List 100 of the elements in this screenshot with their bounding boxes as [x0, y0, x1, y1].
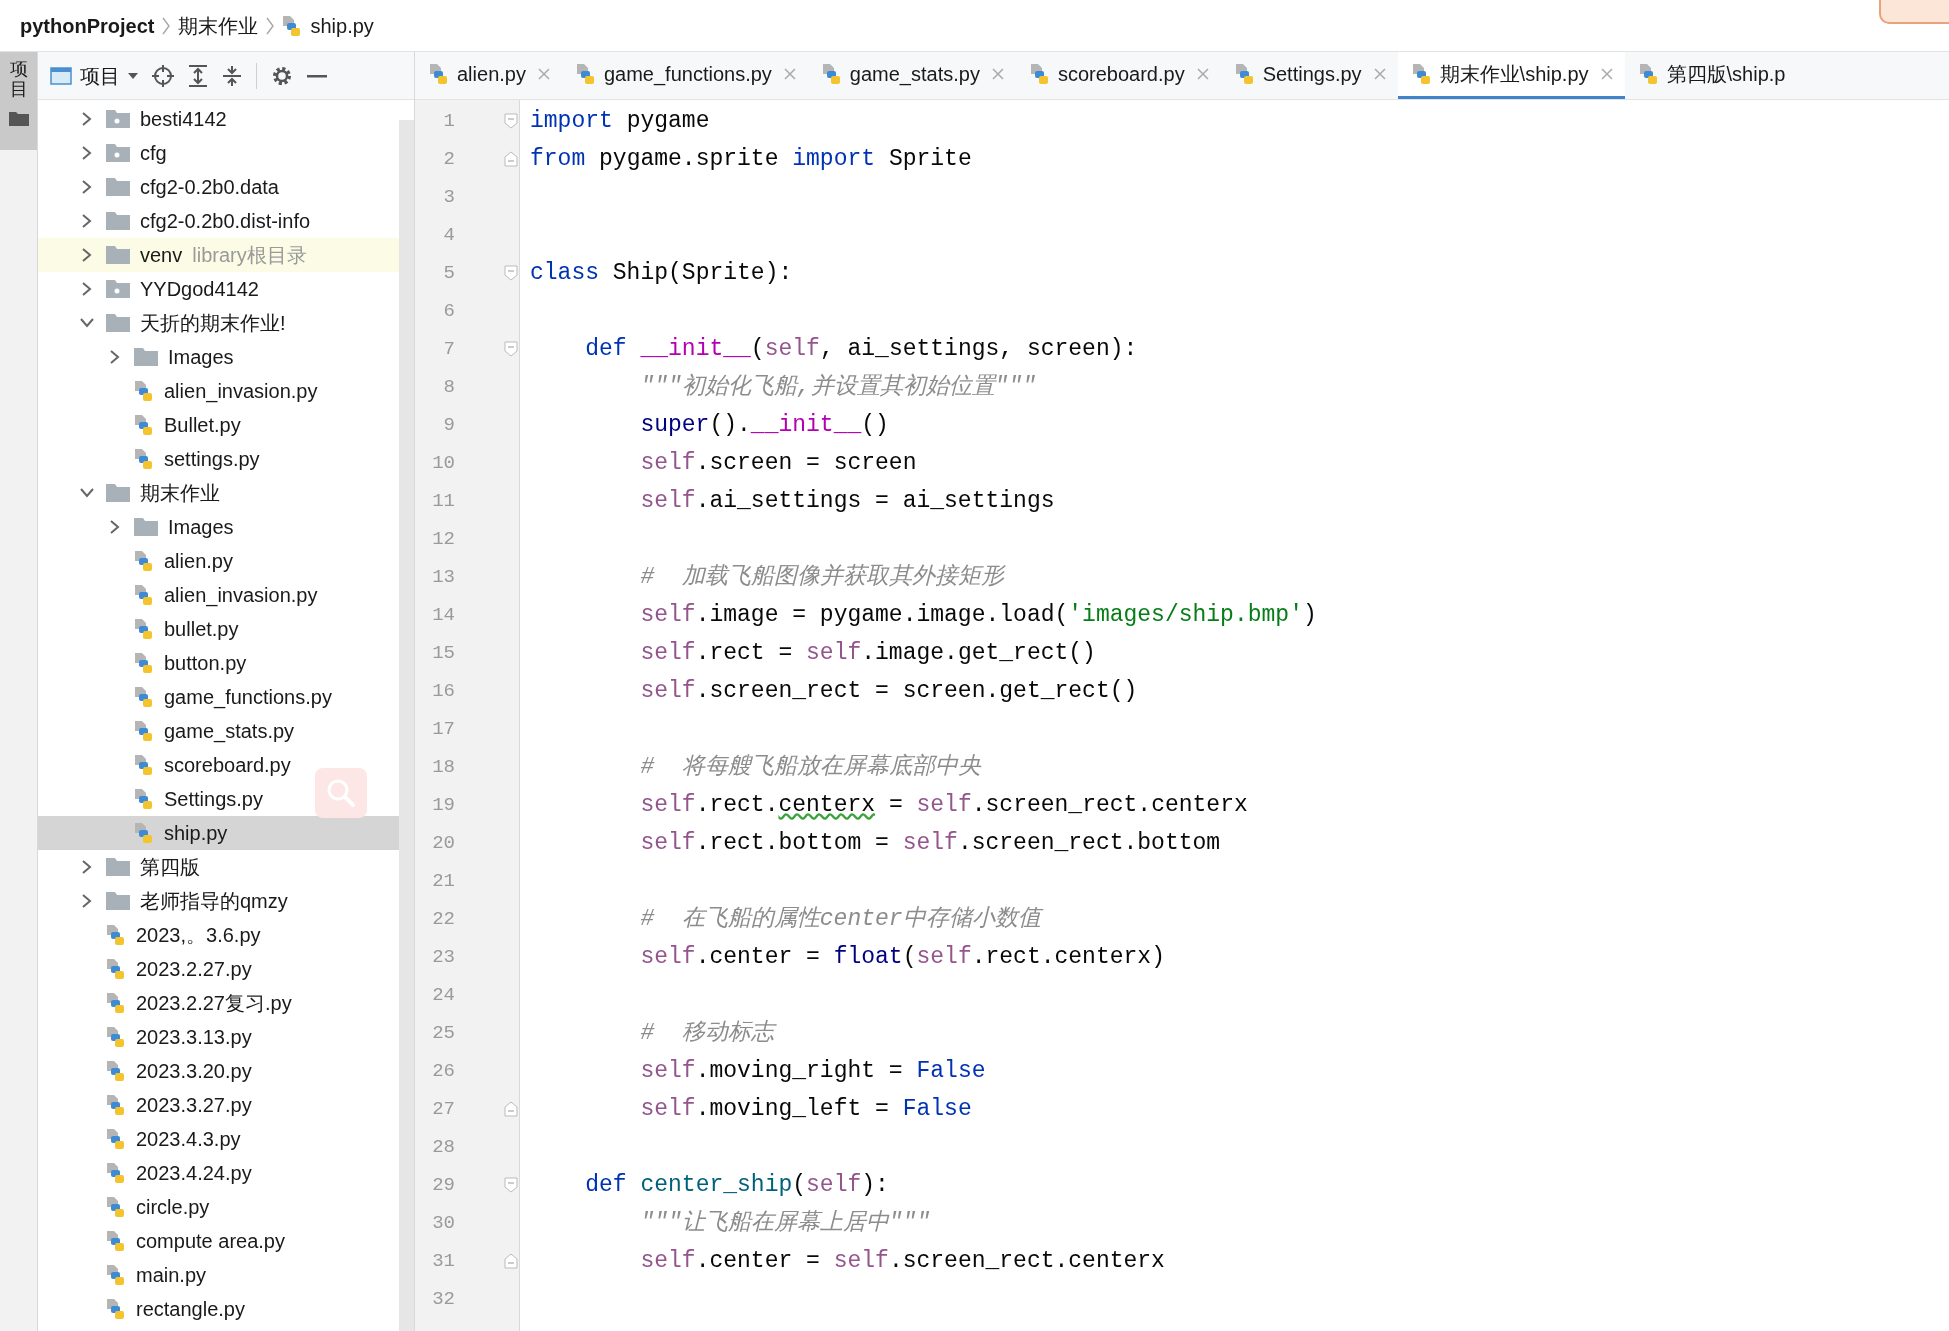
folder-crumb[interactable]: 期末作业: [178, 10, 259, 41]
item-label: compute area.py: [136, 1229, 285, 1254]
chevron-icon: [266, 16, 275, 35]
tree-item[interactable]: bullet.py: [38, 612, 399, 646]
tree-item[interactable]: 2023,。3.6.py: [38, 918, 399, 952]
chevron-down-icon[interactable]: [80, 488, 94, 498]
tree-item[interactable]: compute area.py: [38, 1224, 399, 1258]
item-label: YYDgod4142: [140, 277, 259, 302]
tree-item[interactable]: venv library根目录: [38, 238, 399, 272]
tree-item[interactable]: ship.py: [38, 816, 399, 850]
chevron-right-icon[interactable]: [110, 520, 120, 534]
tree-item[interactable]: besti4142: [38, 102, 399, 136]
settings-icon[interactable]: [271, 64, 293, 87]
tree-item[interactable]: alien.py: [38, 544, 399, 578]
caret-icon: [128, 71, 138, 80]
tree-item[interactable]: game_functions.py: [38, 680, 399, 714]
tree-item[interactable]: alien_invasion.py: [38, 374, 399, 408]
chevron-right-icon[interactable]: [82, 860, 92, 874]
tree-item[interactable]: button.py: [38, 646, 399, 680]
crosshair-icon[interactable]: [152, 64, 174, 87]
tree-item[interactable]: 天折的期末作业!: [38, 306, 399, 340]
python-file-icon: [134, 550, 154, 572]
tree-item[interactable]: cfg: [38, 136, 399, 170]
tree-item[interactable]: Bullet.py: [38, 408, 399, 442]
tree-item[interactable]: settings.py: [38, 442, 399, 476]
editor-tab[interactable]: game_stats.py: [807, 52, 1016, 99]
chevron-right-icon[interactable]: [82, 894, 92, 908]
tree-item[interactable]: cfg2-0.2b0.dist-info: [38, 204, 399, 238]
line-number: 13: [431, 564, 455, 590]
editor-tab[interactable]: 第四版\ship.p: [1624, 52, 1798, 99]
item-label: 老师指导的qmzy: [140, 889, 288, 914]
folder-icon[interactable]: [8, 109, 29, 126]
editor-tab[interactable]: scoreboard.py: [1015, 52, 1221, 99]
editor-tab[interactable]: game_functions.py: [561, 52, 808, 99]
python-file-icon: [106, 1298, 126, 1320]
item-label: rectangle.py: [136, 1297, 245, 1322]
code-line: self.moving_right = False: [640, 1056, 986, 1086]
item-label: scoreboard.py: [164, 753, 291, 778]
tree-item[interactable]: 第四版: [38, 850, 399, 884]
tree-item[interactable]: Images: [38, 510, 399, 544]
folder-icon: [106, 246, 130, 264]
item-label: ship.py: [164, 821, 228, 846]
python-file-icon: [1029, 63, 1050, 85]
project-view-dropdown[interactable]: 项目: [50, 60, 138, 91]
tree-item[interactable]: 2023.3.20.py: [38, 1054, 399, 1088]
project-crumb[interactable]: pythonProject: [20, 10, 155, 41]
tree-item[interactable]: alien_invasion.py: [38, 578, 399, 612]
item-label: 2023.2.27.py: [136, 957, 252, 982]
tree-item[interactable]: 2023.3.27.py: [38, 1088, 399, 1122]
code-line: self.moving_left = False: [640, 1094, 972, 1124]
line-number: 9: [442, 412, 455, 438]
chevron-right-icon[interactable]: [82, 282, 92, 296]
chevron-down-icon[interactable]: [80, 318, 94, 328]
line-number: 32: [431, 1286, 455, 1312]
tree-item[interactable]: 2023.2.27.py: [38, 952, 399, 986]
tree-item[interactable]: 2023.4.24.py: [38, 1156, 399, 1190]
code-line: self.rect.bottom = self.screen_rect.bottom: [640, 828, 1221, 858]
tree-item[interactable]: 2023.4.3.py: [38, 1122, 399, 1156]
chevron-right-icon[interactable]: [82, 214, 92, 228]
item-label: Images: [168, 345, 234, 370]
item-label: game_stats.py: [164, 719, 295, 745]
tree-item[interactable]: cfg2-0.2b0.data: [38, 170, 399, 204]
tree-item[interactable]: 期末作业: [38, 476, 399, 510]
expand-all-icon[interactable]: [188, 64, 208, 87]
tree-item[interactable]: 2023.2.27复习.py: [38, 986, 399, 1020]
chevron-right-icon[interactable]: [82, 180, 92, 194]
item-label: alien_invasion.py: [164, 583, 318, 609]
line-number: 23: [431, 944, 455, 970]
chevron-right-icon[interactable]: [82, 112, 92, 126]
collapse-all-icon[interactable]: [222, 64, 242, 87]
tree-item[interactable]: 2023.3.13.py: [38, 1020, 399, 1054]
editor-tab[interactable]: alien.py: [415, 52, 562, 99]
tree-item[interactable]: game_stats.py: [38, 714, 399, 748]
tree-item[interactable]: YYDgod4142: [38, 272, 399, 306]
python-file-icon: [106, 1094, 126, 1116]
tree-item[interactable]: Settings.py: [38, 782, 399, 816]
tree-item[interactable]: Images: [38, 340, 399, 374]
item-label: besti4142: [140, 107, 227, 132]
folder-icon: [106, 110, 130, 128]
tree-item[interactable]: main.py: [38, 1258, 399, 1292]
folder-icon: [106, 212, 130, 230]
editor-tab[interactable]: Settings.py: [1220, 52, 1398, 99]
tree-item[interactable]: circle.py: [38, 1190, 399, 1224]
editor-tab[interactable]: 期末作业\ship.py: [1397, 52, 1625, 99]
tree-item[interactable]: 老师指导的qmzy: [38, 884, 399, 918]
scrollbar[interactable]: [399, 120, 414, 1331]
minimize-icon[interactable]: [307, 73, 327, 78]
line-number: 8: [442, 374, 455, 400]
code-line: self.image = pygame.image.load('images/ship.bmp'): [640, 600, 1317, 630]
file-crumb[interactable]: ship.py: [310, 10, 374, 41]
tree-item[interactable]: rectangle.py: [38, 1292, 399, 1326]
folder-icon: [134, 348, 158, 366]
search-icon: [326, 778, 356, 808]
code-line: self.center = self.screen_rect.centerx: [640, 1246, 1165, 1276]
code-line: import pygame: [530, 106, 710, 136]
tree-item[interactable]: scoreboard.py: [38, 748, 399, 782]
chevron-right-icon[interactable]: [110, 350, 120, 364]
window-icon: [50, 66, 72, 85]
chevron-right-icon[interactable]: [82, 146, 92, 160]
chevron-right-icon[interactable]: [82, 248, 92, 262]
